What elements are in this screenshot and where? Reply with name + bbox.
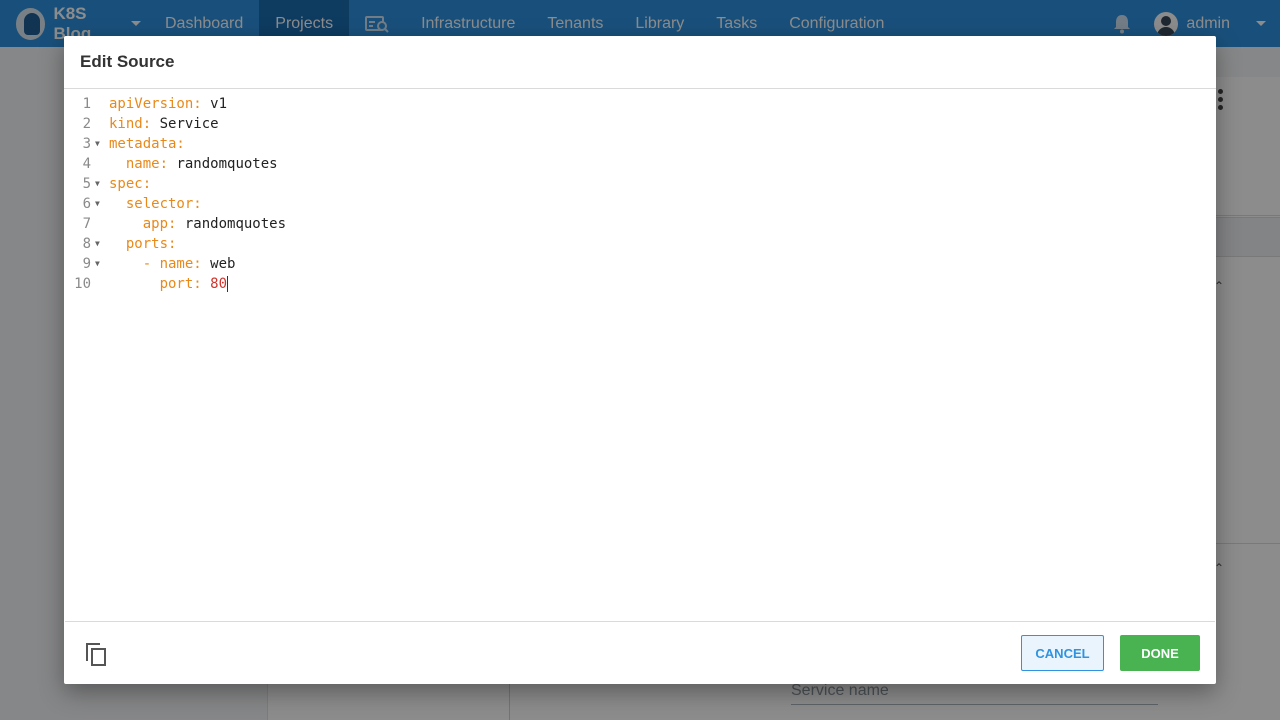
yaml-key: metadata: bbox=[109, 136, 185, 152]
fold-toggle-icon[interactable]: ▼ bbox=[95, 254, 100, 274]
yaml-key: selector: bbox=[125, 196, 202, 212]
line-number: 2 bbox=[82, 116, 91, 132]
yaml-value: Service bbox=[159, 116, 219, 132]
yaml-key: port: bbox=[159, 276, 202, 292]
copy-icon[interactable] bbox=[86, 643, 108, 667]
code-line: 6 ▼ selector: bbox=[65, 194, 1215, 214]
yaml-value: randomquotes bbox=[184, 216, 287, 232]
fold-toggle-icon[interactable]: ▼ bbox=[95, 194, 100, 214]
yaml-value: web bbox=[210, 256, 236, 272]
line-number: 10 bbox=[74, 276, 91, 292]
line-number: 5 bbox=[82, 176, 91, 192]
fold-toggle-icon[interactable]: ▼ bbox=[95, 134, 100, 154]
line-number: 7 bbox=[82, 216, 91, 232]
yaml-key: app: bbox=[142, 216, 177, 232]
code-line: 10 port: 80 bbox=[65, 274, 1215, 294]
line-number: 9 bbox=[82, 256, 91, 272]
fold-toggle-icon[interactable]: ▼ bbox=[95, 174, 100, 194]
cancel-button[interactable]: CANCEL bbox=[1021, 635, 1104, 671]
yaml-key: - name: bbox=[142, 256, 202, 272]
dialog-title: Edit Source bbox=[80, 52, 175, 71]
line-number: 4 bbox=[82, 156, 91, 172]
yaml-value: randomquotes bbox=[176, 156, 278, 172]
code-line: 7 app: randomquotes bbox=[65, 214, 1215, 234]
code-line: 4 name: randomquotes bbox=[65, 154, 1215, 174]
yaml-key: kind: bbox=[109, 116, 152, 132]
yaml-value: 80 bbox=[210, 276, 228, 292]
dialog-header: Edit Source bbox=[64, 36, 1216, 89]
yaml-key: ports: bbox=[125, 236, 177, 252]
line-number: 1 bbox=[82, 96, 91, 112]
edit-source-dialog: Edit Source 1 apiVersion: v1 2 kind: Servic… bbox=[64, 36, 1216, 684]
code-line: 1 apiVersion: v1 bbox=[65, 94, 1215, 114]
yaml-value: v1 bbox=[210, 96, 228, 112]
done-button[interactable]: DONE bbox=[1120, 635, 1200, 671]
editor-lines: 1 apiVersion: v1 2 kind: Service 3 ▼ metadata:… bbox=[65, 90, 1215, 294]
line-number: 8 bbox=[82, 236, 91, 252]
dialog-footer: CANCEL DONE bbox=[64, 623, 1216, 684]
line-number: 6 bbox=[82, 196, 91, 212]
code-editor[interactable]: 1 apiVersion: v1 2 kind: Service 3 ▼ metadata:… bbox=[65, 90, 1215, 622]
code-line: 3 ▼ metadata: bbox=[65, 134, 1215, 154]
yaml-key: name: bbox=[125, 156, 169, 172]
yaml-key: apiVersion: bbox=[109, 96, 202, 112]
code-line: 5 ▼ spec: bbox=[65, 174, 1215, 194]
code-line: 8 ▼ ports: bbox=[65, 234, 1215, 254]
yaml-key: spec: bbox=[109, 176, 152, 192]
fold-toggle-icon[interactable]: ▼ bbox=[95, 234, 100, 254]
code-line: 9 ▼ - name: web bbox=[65, 254, 1215, 274]
line-number: 3 bbox=[82, 136, 91, 152]
code-line: 2 kind: Service bbox=[65, 114, 1215, 134]
text-cursor bbox=[227, 276, 229, 292]
